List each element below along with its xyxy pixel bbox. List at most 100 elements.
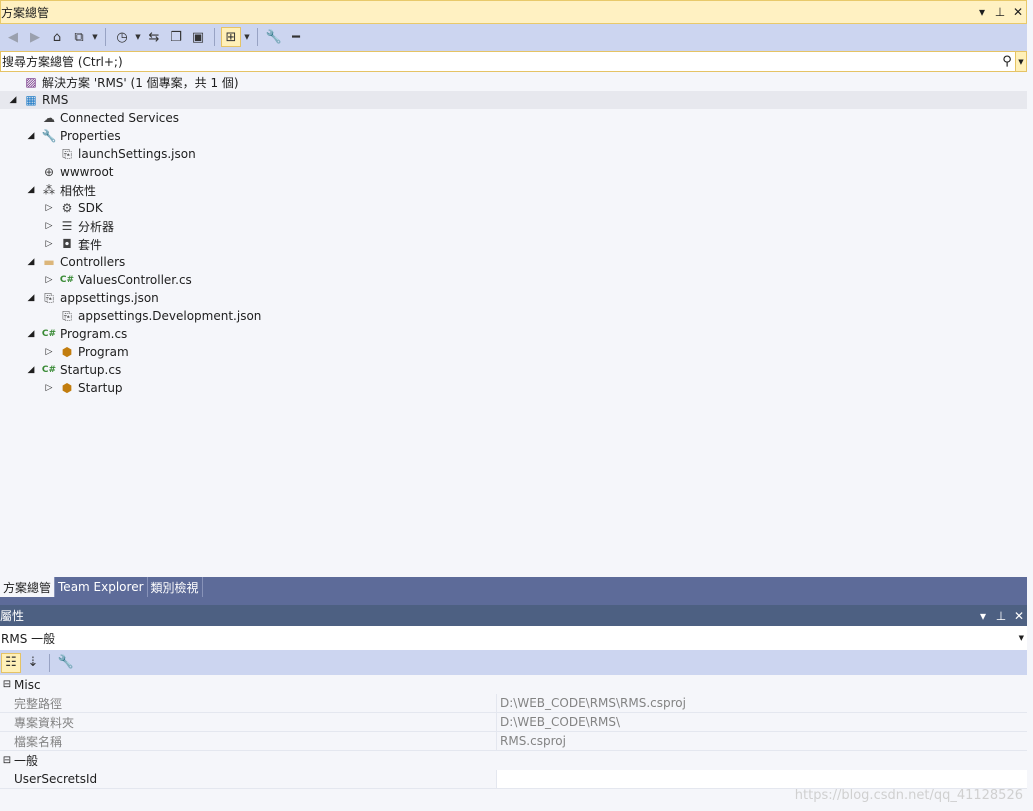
properties-icon[interactable]: 🔧 <box>264 27 284 47</box>
search-box[interactable]: ⚲ ▼ <box>0 51 1027 72</box>
tree-item[interactable]: ▷ ⬢ Startup <box>0 379 1027 397</box>
search-options-dropdown[interactable]: ▼ <box>1015 52 1026 71</box>
pin-icon[interactable]: ⊥ <box>994 5 1006 19</box>
pin-icon[interactable]: ⊥ <box>995 609 1007 623</box>
expand-arrow-icon[interactable]: ▷ <box>40 383 58 393</box>
tree-item[interactable]: ☁ Connected Services <box>0 109 1027 127</box>
window-menu-icon[interactable]: ▾ <box>977 609 989 623</box>
home-icon[interactable]: ⌂ <box>47 27 67 47</box>
watermark: https://blog.csdn.net/qq_41128526 <box>794 788 1023 803</box>
expand-arrow-icon[interactable]: ▷ <box>40 221 58 231</box>
tree-item[interactable]: ◢ 🔧 Properties <box>0 127 1027 145</box>
tree-item[interactable]: ◢ ⎘ appsettings.json <box>0 289 1027 307</box>
panel-tab[interactable]: 類別檢視 <box>148 577 203 597</box>
json-icon: ⎘ <box>62 308 72 323</box>
property-row[interactable]: 完整路徑 D:\WEB_CODE\RMS\RMS.csproj <box>0 694 1027 713</box>
panel-edge <box>1027 0 1033 811</box>
back-icon[interactable]: ◀ <box>3 27 23 47</box>
panel-tab[interactable]: 方案總管 <box>0 577 56 597</box>
chevron-down-icon[interactable]: ▼ <box>134 33 142 41</box>
tree-item-label: Controllers <box>60 255 126 269</box>
tree-item[interactable]: ⎘ appsettings.Development.json <box>0 307 1027 325</box>
collapse-arrow-icon[interactable]: ◢ <box>22 365 40 375</box>
property-value[interactable]: D:\WEB_CODE\RMS\ <box>496 713 1027 731</box>
close-icon[interactable]: ✕ <box>1013 609 1025 623</box>
properties-titlebar[interactable]: 屬性 ▾ ⊥ ✕ <box>0 605 1027 626</box>
property-category[interactable]: ⊟ 一般 <box>0 751 1027 770</box>
tree-item-label: appsettings.Development.json <box>78 309 262 323</box>
panel-tab[interactable]: Team Explorer <box>55 577 148 597</box>
tree-item[interactable]: ▨ 解決方案 'RMS' (1 個專案，共 1 個) <box>0 73 1027 91</box>
collapse-arrow-icon[interactable]: ◢ <box>4 95 22 105</box>
toolbar-divider <box>214 28 215 46</box>
minus-icon[interactable]: ━ <box>286 27 306 47</box>
tree-item[interactable]: ◢ C# Startup.cs <box>0 361 1027 379</box>
user-secrets-id-input[interactable] <box>500 772 1027 786</box>
collapse-box-icon[interactable]: ⊟ <box>0 679 14 690</box>
expand-arrow-icon[interactable]: ▷ <box>40 347 58 357</box>
preview-selected-icon[interactable]: ⊞ <box>221 27 241 47</box>
property-row[interactable]: 專案資料夾 D:\WEB_CODE\RMS\ <box>0 713 1027 732</box>
tree-item-label: wwwroot <box>60 165 114 179</box>
categorized-icon[interactable]: ☷ <box>1 652 21 673</box>
collapse-all-icon[interactable]: ❐ <box>166 27 186 47</box>
tree-item[interactable]: ▷ ⚙ SDK <box>0 199 1027 217</box>
search-icon[interactable]: ⚲ <box>999 54 1015 69</box>
panel-tab-strip: 方案總管 Team Explorer 類別檢視 <box>0 577 1027 605</box>
property-pages-icon[interactable]: 🔧 <box>56 653 76 673</box>
property-row[interactable]: 檔案名稱 RMS.csproj <box>0 732 1027 751</box>
dependencies-icon: ⁂ <box>43 183 55 197</box>
tree-item[interactable]: ⊕ wwwroot <box>0 163 1027 181</box>
expand-arrow-icon[interactable]: ▷ <box>40 239 58 249</box>
solution-tree: ▨ 解決方案 'RMS' (1 個專案，共 1 個) ◢ ▦ RMS ☁ Connected… <box>0 72 1027 397</box>
tree-item[interactable]: ◢ ▦ RMS <box>0 91 1027 109</box>
close-icon[interactable]: ✕ <box>1012 5 1024 19</box>
tree-item[interactable]: ▷ ◘ 套件 <box>0 235 1027 253</box>
tree-item[interactable]: ◢ C# Program.cs <box>0 325 1027 343</box>
forward-icon[interactable]: ▶ <box>25 27 45 47</box>
tree-item[interactable]: ▷ ☰ 分析器 <box>0 217 1027 235</box>
tree-item[interactable]: ▷ C# ValuesController.cs <box>0 271 1027 289</box>
property-category[interactable]: ⊟ Misc <box>0 675 1027 694</box>
chevron-down-icon[interactable]: ▼ <box>243 33 251 41</box>
toolbar-divider <box>49 653 50 672</box>
tree-item[interactable]: ⎘ launchSettings.json <box>0 145 1027 163</box>
collapse-arrow-icon[interactable]: ◢ <box>22 185 40 195</box>
expand-arrow-icon[interactable]: ▷ <box>40 203 58 213</box>
tree-item[interactable]: ▷ ⬢ Program <box>0 343 1027 361</box>
property-row[interactable]: UserSecretsId <box>0 770 1027 789</box>
object-selector[interactable]: RMS 一般 ▼ <box>0 626 1027 650</box>
solution-explorer-titlebar[interactable]: 方案總管 ▾ ⊥ ✕ <box>0 0 1027 24</box>
search-input[interactable] <box>1 52 999 71</box>
project-icon: ▦ <box>25 93 37 107</box>
class-icon: ⬢ <box>61 345 73 359</box>
collapse-arrow-icon[interactable]: ◢ <box>22 293 40 303</box>
switch-views-icon[interactable]: ⧉ <box>69 27 89 47</box>
alphabetical-icon[interactable]: ⇣ <box>23 653 43 673</box>
collapse-arrow-icon[interactable]: ◢ <box>22 257 40 267</box>
chevron-down-icon[interactable]: ▼ <box>1019 634 1024 642</box>
tree-item-label: ValuesController.cs <box>78 273 192 287</box>
tree-item-label: 套件 <box>78 237 103 252</box>
sync-icon[interactable]: ⇆ <box>144 27 164 47</box>
window-menu-icon[interactable]: ▾ <box>976 5 988 19</box>
properties-panel: 屬性 ▾ ⊥ ✕ RMS 一般 ▼ ☷ ⇣ 🔧 ⊟ Misc 完整路徑 D:\WEB_… <box>0 605 1027 811</box>
analyzer-icon: ☰ <box>61 219 73 233</box>
sdk-icon: ⚙ <box>61 201 73 215</box>
show-all-files-icon[interactable]: ▣ <box>188 27 208 47</box>
chevron-down-icon[interactable]: ▼ <box>91 33 99 41</box>
pending-changes-icon[interactable]: ◷ <box>112 27 132 47</box>
tree-item-label: Program <box>78 345 129 359</box>
property-value[interactable]: RMS.csproj <box>496 732 1027 750</box>
tree-item-label: appsettings.json <box>60 291 159 305</box>
tree-item[interactable]: ◢ ⁂ 相依性 <box>0 181 1027 199</box>
collapse-box-icon[interactable]: ⊟ <box>0 755 14 766</box>
collapse-arrow-icon[interactable]: ◢ <box>22 131 40 141</box>
tree-item-label: launchSettings.json <box>78 147 196 161</box>
wrench-icon: 🔧 <box>41 129 57 143</box>
tree-item[interactable]: ◢ ▬ Controllers <box>0 253 1027 271</box>
expand-arrow-icon[interactable]: ▷ <box>40 275 58 285</box>
collapse-arrow-icon[interactable]: ◢ <box>22 329 40 339</box>
property-value[interactable]: D:\WEB_CODE\RMS\RMS.csproj <box>496 694 1027 712</box>
property-name: 檔案名稱 <box>14 734 63 749</box>
